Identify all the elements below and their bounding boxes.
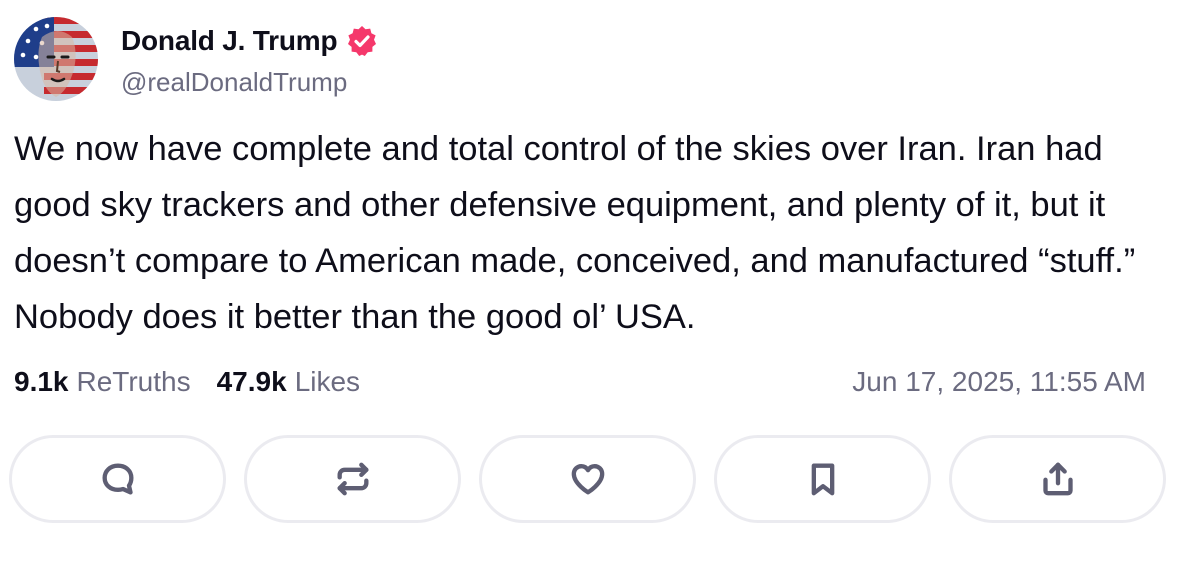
likes-stat[interactable]: 47.9k Likes bbox=[217, 366, 360, 398]
author-name-row: Donald J. Trump bbox=[121, 23, 379, 59]
bookmark-button[interactable] bbox=[714, 435, 931, 523]
retruth-button[interactable] bbox=[244, 435, 461, 523]
share-button[interactable] bbox=[949, 435, 1166, 523]
avatar-image bbox=[14, 17, 98, 101]
repost-arrows-icon bbox=[337, 462, 368, 496]
author-handle[interactable]: @realDonaldTrump bbox=[121, 67, 347, 98]
author-avatar[interactable] bbox=[14, 17, 98, 101]
author-display-name[interactable]: Donald J. Trump bbox=[121, 25, 338, 57]
post-actions-bar bbox=[9, 435, 1166, 523]
retruths-label: ReTruths bbox=[76, 366, 191, 397]
retruths-count: 9.1k bbox=[14, 366, 69, 397]
likes-count: 47.9k bbox=[216, 366, 287, 397]
post-body-text: We now have complete and total control o… bbox=[14, 130, 1155, 336]
heart-icon bbox=[571, 464, 604, 495]
verified-badge-icon bbox=[345, 24, 379, 58]
post-stats: 9.1k ReTruths 47.9k Likes Jun 17, 2025, … bbox=[14, 362, 1174, 402]
post-header: Donald J. Trump @realDonaldTrump bbox=[14, 17, 614, 101]
like-button[interactable] bbox=[479, 435, 696, 523]
post-timestamp: Jun 17, 2025, 11:55 AM bbox=[852, 366, 1146, 397]
retruths-stat[interactable]: 9.1k ReTruths bbox=[14, 366, 191, 398]
bookmark-icon bbox=[811, 463, 834, 496]
comment-bubble-icon bbox=[102, 463, 133, 495]
reply-button[interactable] bbox=[9, 435, 226, 523]
likes-label: Likes bbox=[294, 366, 361, 397]
share-upload-icon bbox=[1042, 462, 1073, 496]
